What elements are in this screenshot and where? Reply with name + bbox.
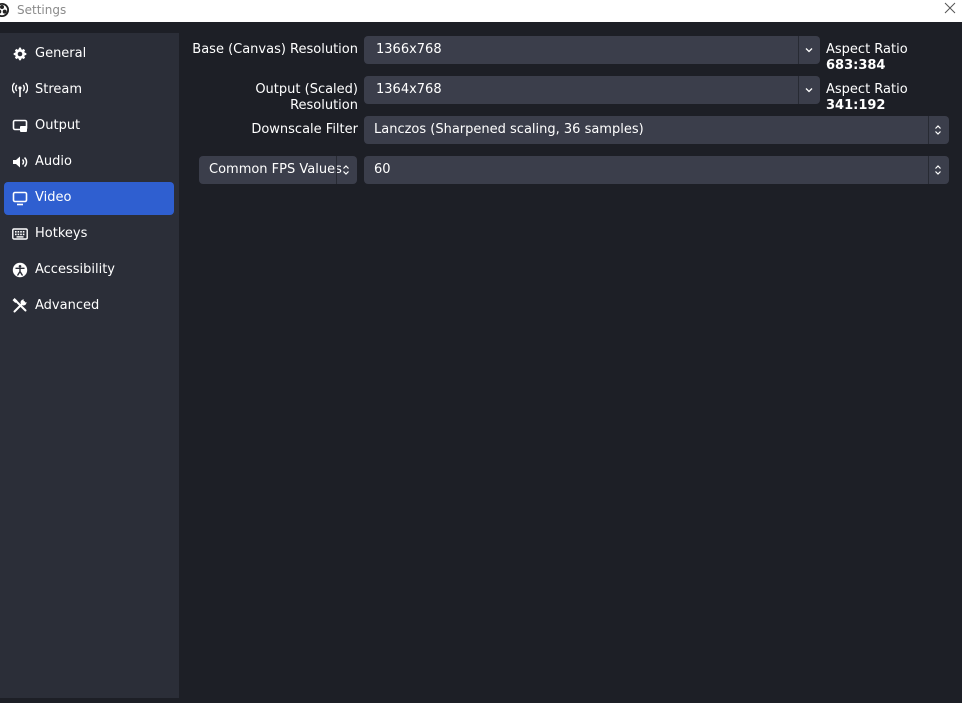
base-resolution-label: Base (Canvas) Resolution — [192, 42, 358, 57]
downscale-filter-value: Lanczos (Sharpened scaling, 36 samples) — [374, 122, 644, 137]
base-resolution-combo[interactable]: 1366x768 — [364, 36, 820, 64]
downscale-filter-select[interactable]: Lanczos (Sharpened scaling, 36 samples) — [364, 116, 949, 144]
output-icon — [12, 119, 28, 132]
video-settings-panel: Base (Canvas) Resolution 1366x768 Aspect… — [187, 22, 962, 703]
fps-value: 60 — [374, 162, 391, 177]
obs-logo-icon — [0, 3, 9, 17]
combo-divider — [928, 156, 929, 184]
sidebar-item-output[interactable]: Output — [4, 110, 174, 143]
accessibility-icon — [12, 262, 28, 278]
up-down-chevron-icon[interactable] — [930, 122, 946, 138]
combo-divider — [798, 36, 799, 64]
output-aspect-ratio: Aspect Ratio 341:192 — [826, 82, 962, 114]
sidebar-item-audio[interactable]: Audio — [4, 146, 174, 179]
fps-type-select[interactable]: Common FPS Values — [199, 156, 357, 184]
close-icon[interactable] — [942, 0, 958, 16]
up-down-chevron-icon[interactable] — [338, 162, 354, 178]
settings-sidebar: General Stream Output Audio Video Hotkey… — [0, 33, 179, 698]
base-aspect-ratio: Aspect Ratio 683:384 — [826, 42, 962, 74]
combo-divider — [798, 76, 799, 104]
window-title: Settings — [17, 3, 67, 17]
sidebar-item-label: Audio — [35, 154, 72, 169]
output-resolution-value: 1364x768 — [376, 82, 442, 97]
sidebar-item-hotkeys[interactable]: Hotkeys — [4, 218, 174, 251]
sidebar-item-label: Video — [35, 190, 72, 205]
sidebar-item-stream[interactable]: Stream — [4, 74, 174, 107]
sidebar-item-advanced[interactable]: Advanced — [4, 290, 174, 323]
speaker-icon — [13, 156, 28, 168]
up-down-chevron-icon[interactable] — [930, 162, 946, 178]
sidebar-item-label: Advanced — [35, 298, 100, 313]
sidebar-item-label: Hotkeys — [35, 226, 88, 241]
sidebar-item-label: Output — [35, 118, 81, 133]
chevron-down-icon[interactable] — [801, 42, 817, 58]
monitor-icon — [12, 191, 28, 206]
sidebar-item-label: Stream — [35, 82, 83, 97]
fps-type-value: Common FPS Values — [209, 162, 342, 177]
fps-value-select[interactable]: 60 — [364, 156, 949, 184]
downscale-filter-label: Downscale Filter — [251, 122, 358, 137]
output-resolution-combo[interactable]: 1364x768 — [364, 76, 820, 104]
combo-divider — [336, 156, 337, 184]
sidebar-item-label: General — [35, 46, 87, 61]
tools-icon — [12, 298, 27, 313]
antenna-icon — [12, 82, 28, 97]
title-bar: Settings — [0, 0, 962, 22]
sidebar-item-general[interactable]: General — [4, 38, 174, 71]
base-resolution-value: 1366x768 — [376, 42, 442, 57]
sidebar-item-video[interactable]: Video — [4, 182, 174, 215]
aspect-ratio-prefix: Aspect Ratio — [826, 42, 908, 57]
chevron-down-icon[interactable] — [801, 82, 817, 98]
aspect-ratio-value: 683:384 — [826, 58, 886, 73]
keyboard-icon — [12, 228, 28, 240]
gear-icon — [13, 47, 27, 61]
output-resolution-label: Output (Scaled) Resolution — [255, 82, 358, 113]
aspect-ratio-prefix: Aspect Ratio — [826, 82, 908, 97]
aspect-ratio-value: 341:192 — [826, 98, 886, 113]
sidebar-item-label: Accessibility — [35, 262, 115, 277]
combo-divider — [928, 116, 929, 144]
sidebar-item-accessibility[interactable]: Accessibility — [4, 254, 174, 287]
